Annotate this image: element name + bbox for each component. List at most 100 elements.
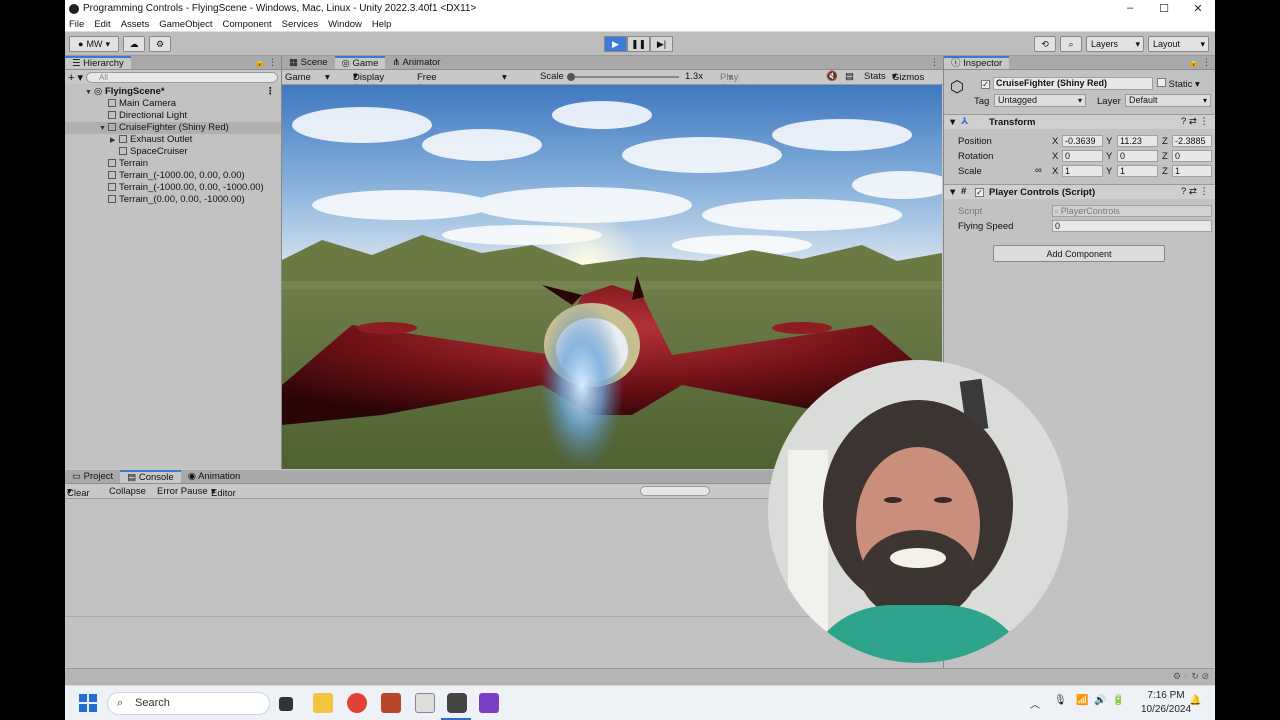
flying-speed-field[interactable]: 0	[1052, 220, 1212, 232]
menu-services[interactable]: Services	[282, 19, 318, 30]
tray-overflow-icon[interactable]: ︿	[1030, 696, 1040, 711]
gizmos-button[interactable]: Gizmos ▾	[892, 71, 924, 83]
cloud-icon[interactable]: ☁	[123, 36, 145, 52]
microphone-icon[interactable]: 🎙	[1054, 695, 1067, 706]
panel-menu-icon[interactable]: 🔒 ⋮	[254, 57, 277, 68]
menu-help[interactable]: Help	[372, 19, 392, 30]
close-button[interactable]: ✕	[1181, 2, 1215, 15]
tab-hierarchy[interactable]: ☰ Hierarchy	[65, 56, 131, 69]
clear-button[interactable]: Clear ▾	[67, 486, 90, 499]
console-search-input[interactable]	[640, 486, 710, 496]
tab-animator[interactable]: ⋔ Animator	[385, 56, 447, 69]
scale-slider[interactable]	[569, 76, 679, 78]
panel-menu-icon[interactable]: 🔒 ⋮	[1188, 57, 1211, 68]
position-y-field[interactable]: 11.23	[1117, 135, 1158, 147]
clock-date[interactable]: 10/26/2024	[1135, 704, 1197, 715]
notification-icon[interactable]: 🔔	[1189, 695, 1201, 706]
display-dropdown[interactable]: Display 1 ▾	[353, 71, 384, 94]
history-icon[interactable]: ⟲	[1034, 36, 1056, 52]
rotation-z-field[interactable]: 0	[1172, 150, 1212, 162]
unity-scene-icon: ◎	[94, 86, 105, 97]
tab-inspector[interactable]: ⓘ Inspector	[944, 56, 1010, 69]
menu-component[interactable]: Component	[223, 19, 272, 30]
scale-z-field[interactable]: 1	[1172, 165, 1212, 177]
scale-x-field[interactable]: 1	[1062, 165, 1103, 177]
create-button[interactable]: + ▾	[68, 71, 86, 84]
position-z-field[interactable]: -2.3885	[1172, 135, 1212, 147]
object-name-field[interactable]: CruiseFighter (Shiny Red)	[993, 77, 1153, 90]
menu-gameobject[interactable]: GameObject	[159, 19, 212, 30]
battery-icon[interactable]: 🔋	[1112, 695, 1124, 706]
menu-window[interactable]: Window	[328, 19, 362, 30]
unity-editor-icon[interactable]	[447, 693, 467, 713]
add-component-button[interactable]: Add Component	[993, 245, 1165, 262]
error-pause-toggle[interactable]: Error Pause	[157, 486, 208, 497]
app-icon[interactable]	[381, 693, 401, 713]
maximize-button[interactable]: ☐	[1147, 2, 1181, 15]
volume-icon[interactable]: 🔊	[1094, 695, 1106, 706]
script-reference-field[interactable]: ▫ PlayerControls	[1052, 205, 1212, 217]
rotation-y-field[interactable]: 0	[1117, 150, 1158, 162]
pause-button[interactable]: ❚❚	[627, 36, 650, 52]
stats-button[interactable]: Stats	[864, 71, 886, 82]
layers-dropdown[interactable]: Layers ▾	[1086, 36, 1144, 52]
menu-assets[interactable]: Assets	[121, 19, 150, 30]
play-button[interactable]: ▶	[604, 36, 627, 52]
tab-scene[interactable]: ▦ Scene	[282, 56, 335, 69]
active-checkbox[interactable]: ✓	[981, 79, 990, 90]
tab-project[interactable]: ▭ Project	[65, 470, 120, 483]
taskbar-search-input[interactable]: ⌕ Search	[107, 692, 270, 715]
list-item-selected[interactable]: ▼ CruiseFighter (Shiny Red)	[65, 122, 281, 134]
layout-dropdown[interactable]: Layout ▾	[1148, 36, 1209, 52]
account-dropdown[interactable]: ● MW ▾	[69, 36, 119, 52]
scale-y-field[interactable]: 1	[1117, 165, 1158, 177]
menu-file[interactable]: File	[69, 19, 84, 30]
panel-menu-icon[interactable]: ⋮	[930, 57, 939, 68]
wifi-icon[interactable]: 📶	[1076, 695, 1088, 706]
settings-icon[interactable]: ⚙	[149, 36, 171, 52]
scale-slider-handle[interactable]	[567, 73, 575, 81]
tab-game[interactable]: ◎ Game	[334, 56, 386, 69]
list-item[interactable]: Main Camera	[65, 98, 281, 110]
presenter-video	[768, 360, 1068, 663]
list-item[interactable]: Terrain_(-1000.00, 0.00, -1000.00)	[65, 182, 281, 194]
component-enabled-checkbox[interactable]: ✓	[975, 187, 984, 198]
position-x-field[interactable]: -0.3639	[1062, 135, 1103, 147]
scene-menu-icon[interactable]: ⋮	[266, 86, 276, 98]
layer-dropdown[interactable]: Default	[1125, 94, 1211, 107]
player-controls-header[interactable]: ▼ # ✓ Player Controls (Script) ? ⇄ ⋮	[944, 184, 1215, 199]
static-toggle[interactable]: Static ▾	[1157, 78, 1200, 90]
hierarchy-search-input[interactable]: All	[86, 71, 278, 83]
stats-grid-icon[interactable]: ▤	[845, 71, 854, 82]
file-explorer-icon[interactable]	[313, 693, 333, 713]
tab-animation[interactable]: ◉ Animation	[181, 470, 248, 483]
unity-hub-icon[interactable]	[415, 693, 435, 713]
list-item[interactable]: SpaceCruiser	[65, 146, 281, 158]
list-item[interactable]: ▶ Exhaust Outlet	[65, 134, 281, 146]
editor-dropdown[interactable]: Editor ▾	[211, 486, 236, 499]
task-view-icon[interactable]	[279, 697, 293, 711]
link-icon[interactable]: ∞	[1035, 165, 1042, 176]
gameobject-icon	[108, 171, 116, 179]
list-item[interactable]: Terrain_(-1000.00, 0.00, 0.00)	[65, 170, 281, 182]
component-menu-icons[interactable]: ? ⇄ ⋮	[1181, 186, 1209, 197]
rotation-x-field[interactable]: 0	[1062, 150, 1103, 162]
start-button[interactable]	[79, 694, 97, 712]
clock-time[interactable]: 7:16 PM	[1141, 690, 1191, 701]
search-icon[interactable]: ⌕	[1060, 36, 1082, 52]
visual-studio-icon[interactable]	[479, 693, 499, 713]
chrome-icon[interactable]	[347, 693, 367, 713]
list-item[interactable]: Directional Light	[65, 110, 281, 122]
scene-root[interactable]: ▼ ◎ FlyingScene* ⋮	[65, 86, 281, 98]
collapse-toggle[interactable]: Collapse	[109, 486, 146, 497]
tab-console[interactable]: ▤ Console	[120, 470, 181, 483]
mute-audio-icon[interactable]: 🔇	[826, 71, 838, 82]
component-menu-icons[interactable]: ? ⇄ ⋮	[1181, 116, 1209, 127]
transform-header[interactable]: ▼ ⅄ Transform ? ⇄ ⋮	[944, 114, 1215, 129]
list-item[interactable]: Terrain	[65, 158, 281, 170]
list-item[interactable]: Terrain_(0.00, 0.00, -1000.00)	[65, 194, 281, 206]
menu-edit[interactable]: Edit	[94, 19, 110, 30]
tag-dropdown[interactable]: Untagged	[994, 94, 1086, 107]
minimize-button[interactable]: –	[1113, 2, 1147, 15]
step-button[interactable]: ▶|	[650, 36, 673, 52]
